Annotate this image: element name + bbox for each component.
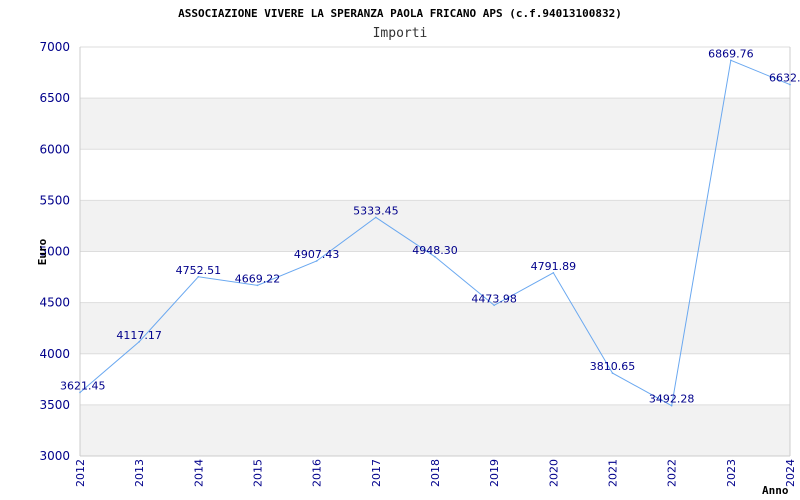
data-label: 4473.98 — [471, 292, 517, 305]
data-label: 3492.28 — [649, 393, 695, 406]
data-label: 6632.33 — [769, 72, 800, 85]
plot-band — [80, 47, 790, 99]
data-label: 3810.65 — [590, 360, 636, 373]
data-label: 4117.17 — [116, 329, 162, 342]
x-tick-label: 2014 — [192, 459, 205, 487]
data-label: 4791.89 — [531, 260, 577, 273]
x-axis-ticks: 2012 2013 2014 2015 2016 2017 2018 2019 2020 2021… — [74, 459, 797, 487]
data-label: 3621.45 — [60, 379, 106, 392]
data-label: 4948.30 — [412, 244, 458, 257]
x-tick-label: 2023 — [725, 459, 738, 487]
x-tick-label: 2021 — [607, 459, 620, 487]
x-tick-label: 2012 — [74, 459, 87, 487]
data-label: 6869.76 — [708, 47, 754, 60]
x-tick-label: 2024 — [784, 459, 797, 487]
x-tick-label: 2015 — [252, 459, 265, 487]
data-label: 5333.45 — [353, 204, 399, 217]
plot-band — [80, 302, 790, 354]
y-tick-label: 6000 — [39, 142, 70, 156]
y-tick-label: 7000 — [39, 40, 70, 54]
y-tick-label: 4500 — [39, 296, 70, 310]
y-tick-label: 3000 — [39, 449, 70, 463]
x-tick-label: 2017 — [370, 459, 383, 487]
y-tick-label: 6500 — [39, 91, 70, 105]
plot-band — [80, 149, 790, 201]
data-label: 4752.51 — [176, 264, 222, 277]
x-tick-label: 2022 — [666, 459, 679, 487]
chart-title: ASSOCIAZIONE VIVERE LA SPERANZA PAOLA FR… — [178, 7, 622, 20]
y-tick-label: 3500 — [39, 398, 70, 412]
plot-band — [80, 251, 790, 303]
data-label: 4907.43 — [294, 248, 340, 261]
plot-band — [80, 404, 790, 456]
x-axis-label: Anno — [762, 484, 789, 497]
y-tick-label: 4000 — [39, 347, 70, 361]
x-tick-label: 2016 — [311, 459, 324, 487]
y-axis-label: Euro — [36, 238, 49, 265]
line-chart: ASSOCIAZIONE VIVERE LA SPERANZA PAOLA FR… — [36, 7, 800, 497]
plot-band — [80, 98, 790, 150]
x-tick-label: 2019 — [488, 459, 501, 487]
y-tick-label: 5500 — [39, 193, 70, 207]
x-tick-label: 2020 — [547, 459, 560, 487]
chart-subtitle: Importi — [373, 26, 428, 41]
x-tick-label: 2013 — [133, 459, 146, 487]
data-label: 4669.22 — [235, 272, 281, 285]
x-tick-label: 2018 — [429, 459, 442, 487]
